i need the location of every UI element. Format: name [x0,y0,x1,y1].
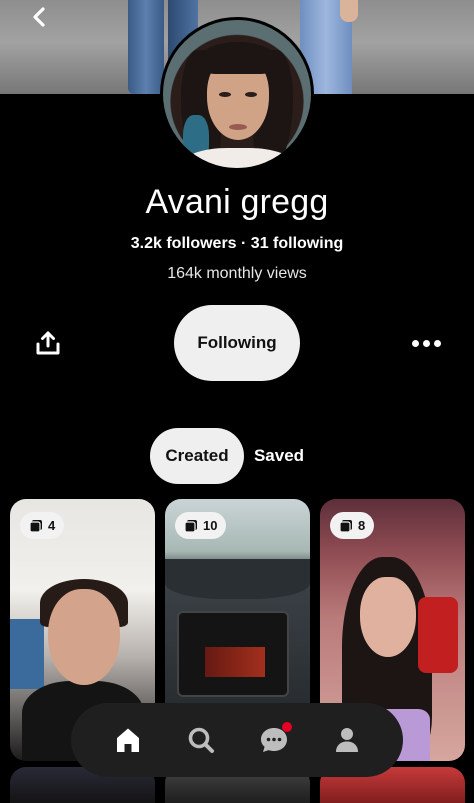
search-icon [188,727,214,753]
share-button[interactable] [30,326,66,360]
profile-icon [335,728,358,752]
board-count-badge: 10 [175,512,227,539]
board-icon [184,519,197,533]
follower-stats[interactable]: 3.2k followers · 31 following [0,235,474,253]
more-dot [422,339,430,347]
home-icon [116,728,139,752]
bottom-nav [71,703,403,777]
nav-messages[interactable] [254,720,294,760]
board-count-badge: 4 [20,512,65,539]
share-icon [36,331,60,355]
board-count: 10 [203,518,218,533]
board-count-badge: 8 [330,512,375,539]
back-button[interactable] [22,2,56,32]
nav-profile[interactable] [327,720,367,760]
tab-saved[interactable]: Saved [244,428,314,484]
board-icon [29,519,42,533]
avatar[interactable] [160,17,314,171]
monthly-views: 164k monthly views [167,265,307,282]
board-count: 8 [358,518,366,533]
more-dot [433,339,441,347]
profile-name: Avani gregg [145,183,329,221]
board-count: 4 [48,518,56,533]
tab-created[interactable]: Created [150,428,244,484]
nav-search[interactable] [181,720,221,760]
cover-figure [340,0,358,22]
more-options-button[interactable] [406,330,446,356]
notification-dot [281,722,292,732]
following-button[interactable]: Following [174,305,300,381]
chevron-left-icon [33,7,45,27]
board-icon [339,519,352,533]
more-dot [411,339,419,347]
profile-tabs: Created Saved [150,428,314,484]
nav-home[interactable] [108,720,148,760]
cover-figure [128,0,164,94]
